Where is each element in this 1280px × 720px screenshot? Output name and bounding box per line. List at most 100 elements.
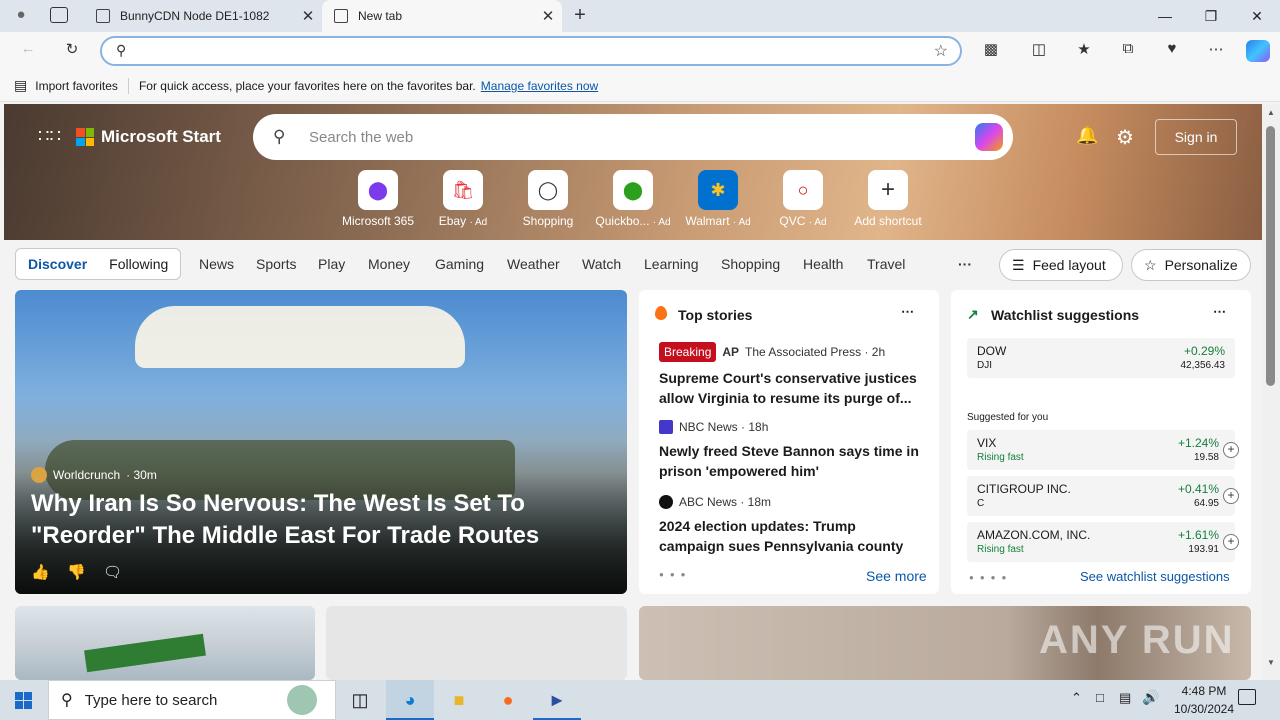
- powershell-icon[interactable]: ►: [533, 680, 581, 720]
- pagination-dots[interactable]: ●●●●: [969, 573, 1012, 582]
- stock-change: +1.24%: [1177, 436, 1219, 450]
- page-scrollbar[interactable]: ▲ ▼: [1262, 104, 1280, 680]
- more-options-icon[interactable]: ⋯: [1213, 304, 1226, 320]
- nav-more-icon[interactable]: ···: [958, 256, 972, 272]
- nav-gaming[interactable]: Gaming: [435, 256, 484, 272]
- split-screen-icon[interactable]: ◫: [1027, 40, 1051, 62]
- shortcut-shopping[interactable]: ◯ Shopping: [506, 170, 590, 228]
- network-icon[interactable]: ▤: [1119, 690, 1131, 706]
- more-options-icon[interactable]: ⋯: [901, 304, 914, 320]
- import-favorites-button[interactable]: Import favorites: [35, 79, 118, 93]
- minimize-button[interactable]: —: [1142, 0, 1188, 32]
- stock-row-dow[interactable]: DOW DJI +0.29% 42,356.43: [967, 338, 1235, 378]
- profile-icon[interactable]: ●: [10, 6, 32, 26]
- add-to-watchlist-icon[interactable]: +: [1223, 534, 1239, 550]
- tray-chevron-icon[interactable]: ⌃: [1071, 690, 1082, 706]
- back-icon[interactable]: ←: [16, 40, 40, 62]
- see-more-link[interactable]: See more: [866, 568, 927, 584]
- scrollbar-thumb[interactable]: [1266, 126, 1275, 386]
- shortcut-quickbooks[interactable]: ⬤ Quickbo... · Ad: [591, 170, 675, 228]
- edge-icon[interactable]: ◕: [386, 680, 434, 720]
- favorites-icon[interactable]: ★: [1072, 40, 1096, 62]
- web-search-box[interactable]: ⚲ Search the web: [253, 114, 1013, 160]
- favorites-divider: [127, 77, 129, 94]
- address-bar[interactable]: ⚲ ☆: [100, 36, 962, 66]
- refresh-icon[interactable]: ↻: [60, 40, 84, 62]
- source-time: · 30m: [126, 468, 157, 482]
- comment-icon[interactable]: 🗨: [103, 563, 122, 581]
- nav-play[interactable]: Play: [318, 256, 345, 272]
- copilot-icon[interactable]: [1246, 40, 1270, 62]
- shortcut-microsoft-365[interactable]: ⬤ Microsoft 365: [336, 170, 420, 228]
- nav-watch[interactable]: Watch: [582, 256, 621, 272]
- close-window-button[interactable]: ✕: [1234, 0, 1280, 32]
- brand-title[interactable]: Microsoft Start: [101, 127, 221, 147]
- pagination-dots[interactable]: ●●●: [659, 570, 692, 579]
- windows-start-icon[interactable]: [0, 680, 48, 720]
- tab-following[interactable]: Following: [109, 256, 168, 272]
- tab-actions-icon[interactable]: [50, 7, 68, 23]
- see-watchlist-link[interactable]: See watchlist suggestions: [1080, 569, 1230, 584]
- restore-button[interactable]: ❐: [1188, 0, 1234, 32]
- tab-discover[interactable]: Discover: [28, 256, 87, 272]
- tab-new-tab[interactable]: New tab ✕: [322, 0, 562, 32]
- thumbs-down-icon[interactable]: 👎: [67, 563, 86, 581]
- stock-row-citigroup[interactable]: CITIGROUP INC. C +0.41% 64.95 +: [967, 476, 1239, 516]
- story-card-placeholder[interactable]: [326, 606, 627, 680]
- firefox-icon[interactable]: ●: [484, 680, 532, 720]
- story-headline[interactable]: Supreme Court's conservative justices al…: [659, 368, 919, 408]
- notification-center-icon[interactable]: [1238, 689, 1256, 705]
- story-card-dollar-tree[interactable]: [15, 606, 315, 680]
- nav-travel[interactable]: Travel: [867, 256, 905, 272]
- nav-money[interactable]: Money: [368, 256, 410, 272]
- story-headline[interactable]: Why Iran Is So Nervous: The West Is Set …: [31, 488, 591, 552]
- notifications-bell-icon[interactable]: 🔔: [1076, 125, 1098, 146]
- favorites-message: For quick access, place your favorites h…: [138, 78, 476, 93]
- shortcut-walmart[interactable]: ✱ Walmart · Ad: [676, 170, 760, 228]
- browser-essentials-icon[interactable]: ♥: [1160, 40, 1184, 62]
- shortcut-qvc[interactable]: ○ QVC · Ad: [761, 170, 845, 228]
- nav-learning[interactable]: Learning: [644, 256, 699, 272]
- nav-news[interactable]: News: [199, 256, 234, 272]
- close-tab-icon[interactable]: ✕: [294, 7, 322, 25]
- file-explorer-icon[interactable]: ■: [435, 680, 483, 720]
- stock-row-amazon[interactable]: AMAZON.COM, INC. Rising fast +1.61% 193.…: [967, 522, 1239, 562]
- story-card-photo[interactable]: ANY RUN: [639, 606, 1251, 680]
- manage-favorites-link[interactable]: Manage favorites now: [481, 79, 598, 93]
- settings-gear-icon[interactable]: ⚙: [1116, 125, 1134, 150]
- clock-date[interactable]: 10/30/2024: [1166, 702, 1242, 716]
- extensions-icon[interactable]: ▩: [979, 40, 1003, 62]
- sign-in-button[interactable]: Sign in: [1155, 119, 1237, 155]
- story-headline[interactable]: 2024 election updates: Trump campaign su…: [659, 516, 919, 556]
- tab-bunnycdn[interactable]: BunnyCDN Node DE1-1082 ✕: [84, 0, 322, 32]
- add-to-watchlist-icon[interactable]: +: [1223, 442, 1239, 458]
- add-to-watchlist-icon[interactable]: +: [1223, 488, 1239, 504]
- import-icon[interactable]: ▤: [14, 77, 27, 94]
- main-story-card[interactable]: Worldcrunch · 30m Why Iran Is So Nervous…: [15, 290, 627, 594]
- nav-health[interactable]: Health: [803, 256, 843, 272]
- task-view-icon[interactable]: ◫: [336, 680, 384, 720]
- tray-device-icon[interactable]: □: [1096, 690, 1104, 705]
- thumbs-up-icon[interactable]: 👍: [31, 563, 50, 581]
- clock-time[interactable]: 4:48 PM: [1172, 684, 1236, 698]
- copilot-icon[interactable]: [975, 123, 1003, 151]
- nav-sports[interactable]: Sports: [256, 256, 296, 272]
- nav-shopping[interactable]: Shopping: [721, 256, 780, 272]
- apps-launcher-icon[interactable]: ∷∷: [38, 127, 61, 147]
- shortcut-ebay[interactable]: 🛍 Ebay · Ad: [421, 170, 505, 228]
- favorite-star-icon[interactable]: ☆: [934, 41, 948, 61]
- personalize-button[interactable]: ☆ Personalize: [1131, 249, 1251, 281]
- feed-layout-button[interactable]: ☰ Feed layout: [999, 249, 1123, 281]
- close-tab-icon[interactable]: ✕: [534, 7, 562, 25]
- new-tab-button[interactable]: +: [568, 4, 592, 28]
- taskbar-search-box[interactable]: ⚲ Type here to search: [48, 680, 336, 720]
- stock-row-vix[interactable]: VIX Rising fast +1.24% 19.58 +: [967, 430, 1239, 470]
- nav-weather[interactable]: Weather: [507, 256, 560, 272]
- scroll-up-arrow[interactable]: ▲: [1267, 108, 1275, 117]
- shortcut-add[interactable]: + Add shortcut: [846, 170, 930, 228]
- story-headline[interactable]: Newly freed Steve Bannon says time in pr…: [659, 441, 919, 481]
- scroll-down-arrow[interactable]: ▼: [1267, 658, 1275, 667]
- more-menu-icon[interactable]: ⋯: [1204, 40, 1228, 62]
- volume-icon[interactable]: 🔊: [1142, 689, 1159, 706]
- collections-icon[interactable]: ⧉: [1116, 40, 1140, 62]
